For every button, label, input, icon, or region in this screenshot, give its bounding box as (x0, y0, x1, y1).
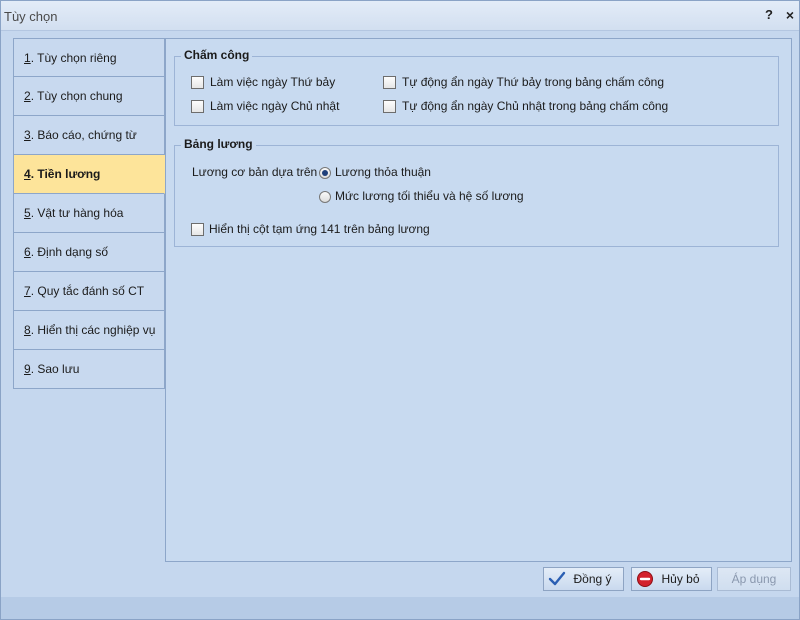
bang-luong-group: Bảng lương Lương cơ bản dựa trên Lương t… (174, 137, 779, 247)
sidebar-item-number: 1 (24, 51, 31, 65)
sidebar-item-dinh-dang-so[interactable]: 6. Định dạng số (13, 233, 165, 272)
ok-button-label: Đồng ý (573, 572, 612, 586)
saturday-checkbox[interactable] (191, 76, 204, 89)
cancel-button-label: Hủy bỏ (661, 572, 700, 586)
sidebar-item-tien-luong[interactable]: 4. Tiền lương (13, 155, 165, 194)
auto-hide-sunday-label: Tự động ẩn ngày Chủ nhật trong bảng chấm… (402, 99, 669, 113)
sidebar-item-number: 7 (24, 284, 31, 298)
sidebar-item-label: . Vật tư hàng hóa (30, 206, 124, 220)
sidebar-item-number: 4 (24, 167, 31, 181)
sidebar-item-quy-tac-danh-so-ct[interactable]: 7. Quy tắc đánh số CT (13, 272, 165, 311)
sidebar-item-number: 3 (24, 128, 31, 142)
sidebar-item-number: 8 (24, 323, 31, 337)
auto-hide-saturday-checkbox[interactable] (383, 76, 396, 89)
sidebar-item-tuy-chon-rieng[interactable]: 1. Tùy chọn riêng (13, 38, 165, 77)
help-icon[interactable]: ? (761, 7, 777, 23)
window-title: Tùy chọn (4, 9, 58, 24)
sidebar-item-tuy-chon-chung[interactable]: 2. Tùy chọn chung (13, 77, 165, 116)
ok-button[interactable]: Đồng ý (543, 567, 624, 591)
cham-cong-group: Chấm công Làm việc ngày Thứ bảy Làm việc… (174, 48, 779, 126)
sidebar-item-label: . Định dạng số (30, 245, 109, 259)
sidebar-item-label: . Tùy chọn riêng (30, 51, 117, 65)
min-salary-coef-label: Mức lương tối thiểu và hệ số lương (335, 189, 524, 203)
saturday-label: Làm việc ngày Thứ bảy (210, 75, 336, 89)
cham-cong-title: Chấm công (181, 48, 253, 62)
sunday-checkbox[interactable] (191, 100, 204, 113)
sidebar-item-label: . Tiền lương (30, 167, 101, 181)
bottom-bar (1, 597, 799, 619)
sidebar-item-label: . Báo cáo, chứng từ (30, 128, 137, 142)
sidebar-item-number: 2 (24, 89, 31, 103)
sidebar-item-bao-cao-chung-tu[interactable]: 3. Báo cáo, chứng từ (13, 116, 165, 155)
sidebar-item-vat-tu-hang-hoa[interactable]: 5. Vật tư hàng hóa (13, 194, 165, 233)
sidebar-item-number: 9 (24, 362, 31, 376)
cancel-button[interactable]: Hủy bỏ (631, 567, 712, 591)
sidebar-item-label: . Sao lưu (30, 362, 80, 376)
show-advance-label: Hiển thị cột tạm ứng 141 trên bảng lương (209, 222, 430, 236)
close-icon[interactable]: × (782, 7, 798, 23)
options-dialog: Tùy chọn ? × 1. Tùy chọn riêng 2. Tùy ch… (0, 0, 800, 620)
sidebar-item-sao-luu[interactable]: 9. Sao lưu (13, 350, 165, 389)
bang-luong-title: Bảng lương (181, 137, 256, 151)
sidebar-item-hien-thi-cac-nghiep-vu[interactable]: 8. Hiển thị các nghiệp vụ (13, 311, 165, 350)
salary-basis-label: Lương cơ bản dựa trên (192, 165, 318, 179)
auto-hide-saturday-label: Tự động ẩn ngày Thứ bảy trong bảng chấm … (402, 75, 665, 89)
agreed-salary-radio[interactable] (319, 167, 331, 179)
show-advance-checkbox[interactable] (191, 223, 204, 236)
auto-hide-sunday-checkbox[interactable] (383, 100, 396, 113)
title-bar: Tùy chọn ? × (1, 1, 799, 31)
dialog-content: 1. Tùy chọn riêng 2. Tùy chọn chung 3. B… (13, 38, 792, 562)
sidebar-item-label: . Tùy chọn chung (30, 89, 123, 103)
agreed-salary-label: Lương thỏa thuận (335, 165, 431, 179)
sidebar-item-label: . Hiển thị các nghiệp vụ (30, 323, 156, 337)
sunday-label: Làm việc ngày Chủ nhật (210, 99, 340, 113)
settings-panel: Chấm công Làm việc ngày Thứ bảy Làm việc… (165, 38, 792, 562)
sidebar-item-label: . Quy tắc đánh số CT (30, 284, 145, 298)
apply-button-label: Áp dụng (731, 572, 777, 586)
sidebar-nav: 1. Tùy chọn riêng 2. Tùy chọn chung 3. B… (13, 38, 166, 562)
min-salary-coef-radio[interactable] (319, 191, 331, 203)
sidebar-item-number: 5 (24, 206, 31, 220)
apply-button[interactable]: Áp dụng (717, 567, 791, 591)
sidebar-item-number: 6 (24, 245, 31, 259)
